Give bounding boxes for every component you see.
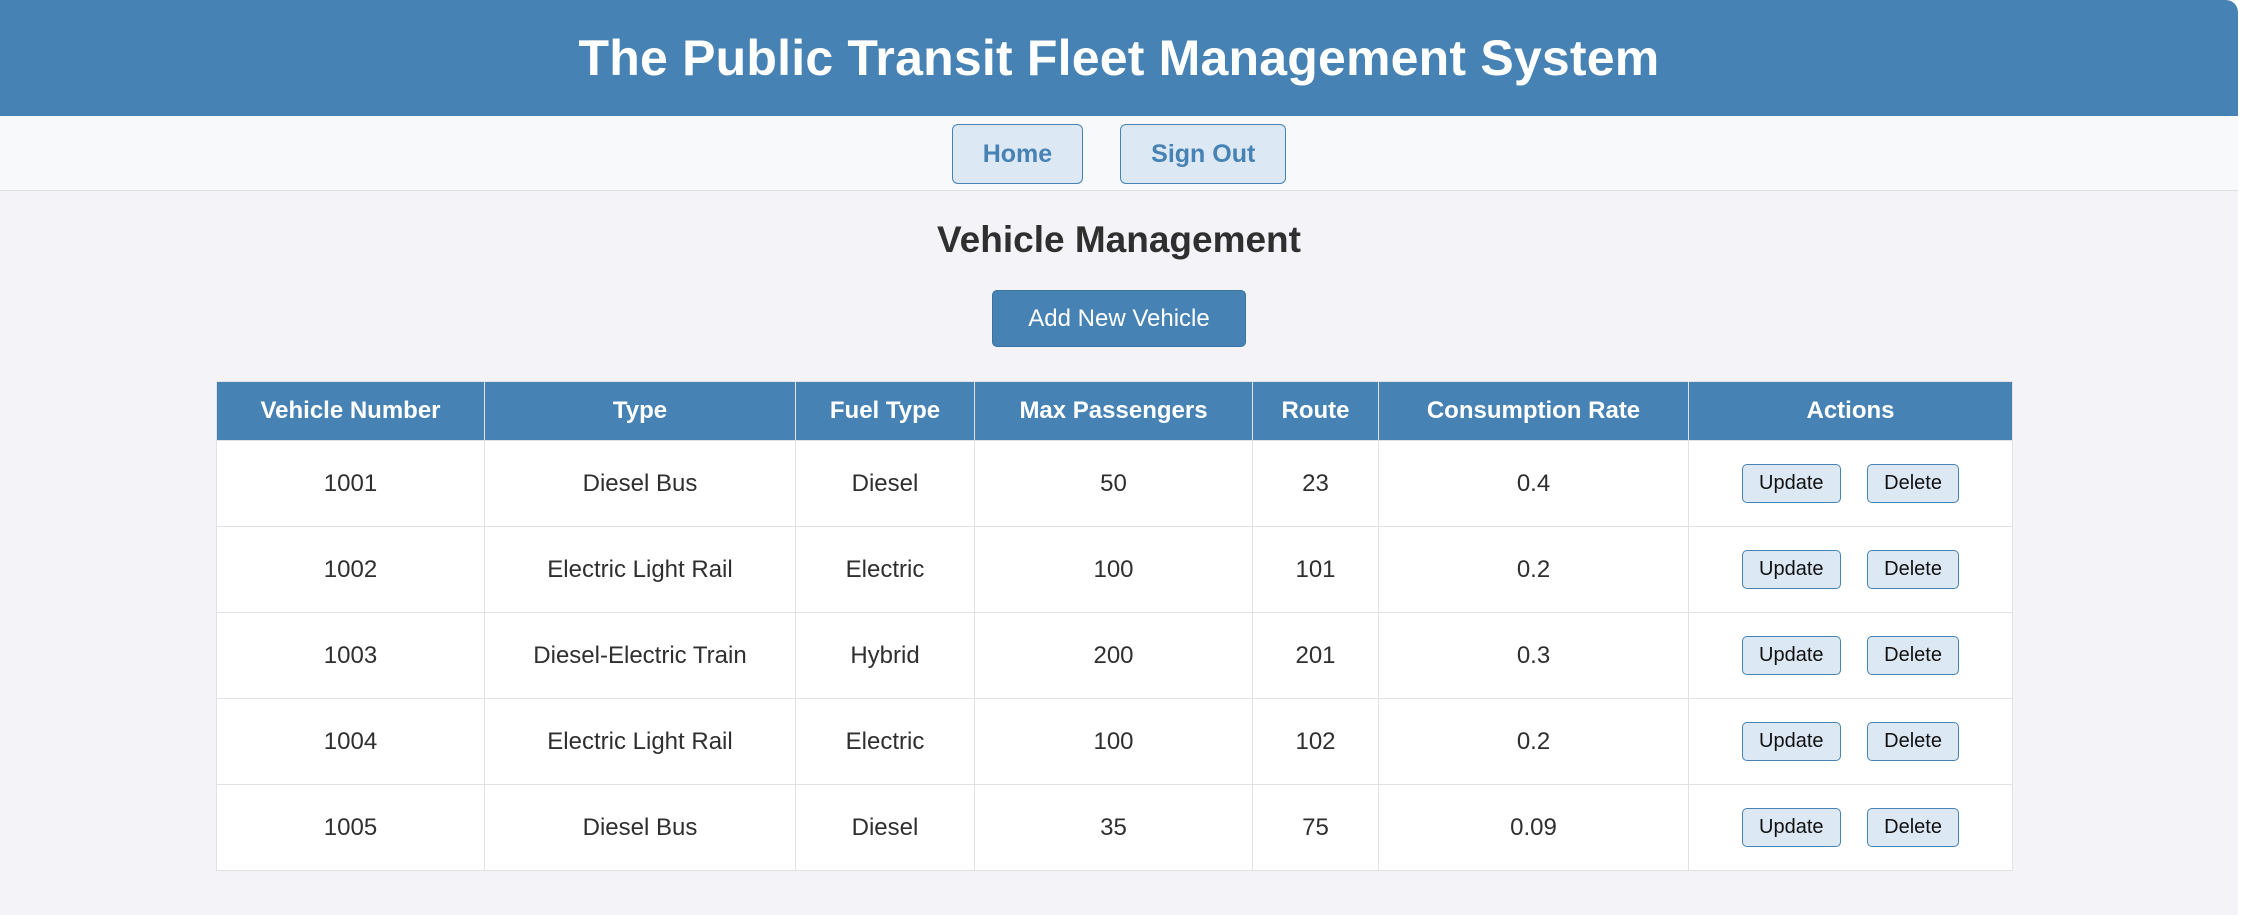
- cell-vehicle-number: 1002: [216, 526, 485, 613]
- header-bar: The Public Transit Fleet Management Syst…: [0, 0, 2238, 116]
- delete-button[interactable]: Delete: [1867, 722, 1959, 761]
- cell-fuel-type: Diesel: [795, 440, 975, 527]
- home-button[interactable]: Home: [951, 124, 1084, 184]
- cell-route: 201: [1252, 612, 1379, 699]
- table-row: 1001 Diesel Bus Diesel 50 23 0.4 Update …: [216, 440, 2013, 527]
- cell-consumption-rate: 0.2: [1378, 526, 1689, 613]
- column-header-consumption-rate: Consumption Rate: [1378, 381, 1689, 441]
- delete-button[interactable]: Delete: [1867, 808, 1959, 847]
- cell-route: 101: [1252, 526, 1379, 613]
- delete-button[interactable]: Delete: [1867, 636, 1959, 675]
- vehicle-table: Vehicle Number Type Fuel Type Max Passen…: [216, 381, 2013, 871]
- table-row: 1003 Diesel-Electric Train Hybrid 200 20…: [216, 612, 2013, 699]
- cell-actions: Update Delete: [1688, 698, 2013, 785]
- column-header-fuel-type: Fuel Type: [795, 381, 975, 441]
- add-button-container: Add New Vehicle: [0, 290, 2238, 347]
- column-header-route: Route: [1252, 381, 1379, 441]
- cell-fuel-type: Hybrid: [795, 612, 975, 699]
- cell-vehicle-number: 1001: [216, 440, 485, 527]
- cell-actions: Update Delete: [1688, 612, 2013, 699]
- update-button[interactable]: Update: [1742, 464, 1841, 503]
- delete-button[interactable]: Delete: [1867, 550, 1959, 589]
- cell-vehicle-number: 1005: [216, 784, 485, 871]
- cell-fuel-type: Diesel: [795, 784, 975, 871]
- cell-consumption-rate: 0.4: [1378, 440, 1689, 527]
- cell-max-passengers: 100: [974, 698, 1253, 785]
- table-row: 1004 Electric Light Rail Electric 100 10…: [216, 698, 2013, 785]
- cell-actions: Update Delete: [1688, 526, 2013, 613]
- page-title: Vehicle Management: [937, 219, 1301, 260]
- update-button[interactable]: Update: [1742, 636, 1841, 675]
- cell-consumption-rate: 0.2: [1378, 698, 1689, 785]
- cell-type: Diesel Bus: [484, 784, 796, 871]
- cell-max-passengers: 35: [974, 784, 1253, 871]
- cell-vehicle-number: 1004: [216, 698, 485, 785]
- cell-route: 102: [1252, 698, 1379, 785]
- cell-max-passengers: 200: [974, 612, 1253, 699]
- cell-route: 23: [1252, 440, 1379, 527]
- delete-button[interactable]: Delete: [1867, 464, 1959, 503]
- cell-max-passengers: 100: [974, 526, 1253, 613]
- cell-route: 75: [1252, 784, 1379, 871]
- update-button[interactable]: Update: [1742, 808, 1841, 847]
- cell-consumption-rate: 0.09: [1378, 784, 1689, 871]
- cell-vehicle-number: 1003: [216, 612, 485, 699]
- cell-fuel-type: Electric: [795, 526, 975, 613]
- cell-consumption-rate: 0.3: [1378, 612, 1689, 699]
- column-header-actions: Actions: [1688, 381, 2013, 441]
- table-row: 1002 Electric Light Rail Electric 100 10…: [216, 526, 2013, 613]
- cell-fuel-type: Electric: [795, 698, 975, 785]
- update-button[interactable]: Update: [1742, 722, 1841, 761]
- cell-type: Electric Light Rail: [484, 526, 796, 613]
- app-title: The Public Transit Fleet Management Syst…: [578, 30, 1660, 86]
- update-button[interactable]: Update: [1742, 550, 1841, 589]
- column-header-max-passengers: Max Passengers: [974, 381, 1253, 441]
- cell-actions: Update Delete: [1688, 784, 2013, 871]
- cell-actions: Update Delete: [1688, 440, 2013, 527]
- column-header-vehicle-number: Vehicle Number: [216, 381, 485, 441]
- sign-out-button[interactable]: Sign Out: [1120, 124, 1287, 184]
- cell-type: Electric Light Rail: [484, 698, 796, 785]
- table-header-row: Vehicle Number Type Fuel Type Max Passen…: [216, 381, 2013, 441]
- table-row: 1005 Diesel Bus Diesel 35 75 0.09 Update…: [216, 784, 2013, 871]
- cell-type: Diesel-Electric Train: [484, 612, 796, 699]
- cell-type: Diesel Bus: [484, 440, 796, 527]
- nav-bar: Home Sign Out: [0, 116, 2238, 191]
- cell-max-passengers: 50: [974, 440, 1253, 527]
- column-header-type: Type: [484, 381, 796, 441]
- add-new-vehicle-button[interactable]: Add New Vehicle: [992, 290, 1246, 347]
